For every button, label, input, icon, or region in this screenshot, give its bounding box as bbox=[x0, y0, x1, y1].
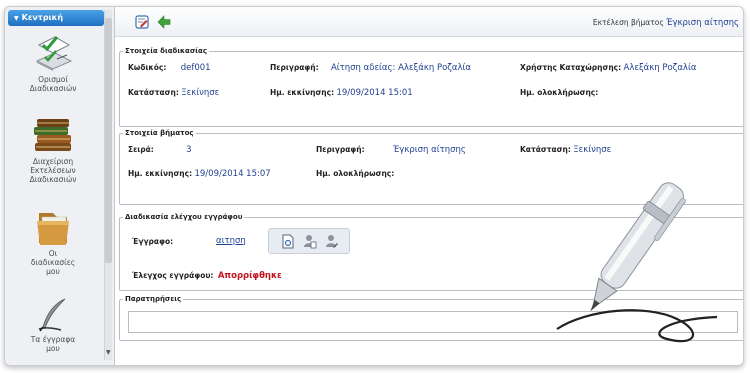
document-actions-toolbar bbox=[268, 228, 350, 254]
description-label: Περιγραφή: bbox=[316, 145, 365, 154]
document-check-label: Έλεγχος εγγράφου: bbox=[132, 271, 214, 280]
sidebar-item-label: Οι διαδικασίες μου bbox=[30, 249, 76, 276]
step-description: Έγκριση αίτησης bbox=[392, 145, 466, 155]
step-status: Ξεκίνησε bbox=[573, 145, 612, 155]
sidebar-item-my-documents[interactable]: Τα έγγραφα μου bbox=[5, 297, 101, 353]
section-legend: Παρατηρήσεις bbox=[125, 295, 182, 303]
sidebar-item-execution-management[interactable]: Διαχείριση Εκτελέσεων Διαδικασιών bbox=[5, 115, 101, 184]
checklist-icon bbox=[35, 36, 73, 71]
registered-by-label: Χρήστης Καταχώρησης: bbox=[520, 63, 622, 72]
app-window: ▼ Κεντρική Ορισμοί Διαδικασιών Διαχείρισ… bbox=[4, 6, 744, 366]
document-check-result: Απορρίφθηκε bbox=[217, 271, 282, 281]
sidebar-item-process-definitions[interactable]: Ορισμοί Διαδικασιών bbox=[5, 33, 101, 93]
exec-step-name: Έγκριση αίτησης bbox=[666, 18, 739, 28]
section-legend: Στοιχεία βήματος bbox=[125, 129, 194, 137]
sidebar-item-label: Διαχείριση Εκτελέσεων Διαδικασιών bbox=[29, 157, 77, 184]
sidebar-item-label: Ορισμοί Διαδικασιών bbox=[29, 75, 77, 93]
step-order: 3 bbox=[186, 145, 192, 155]
start-date-label: Ημ. εκκίνησης: bbox=[128, 169, 193, 178]
scrollbar-thumb[interactable] bbox=[105, 18, 112, 263]
toolbar: Εκτέλεση βήματος Έγκριση αίτησης bbox=[115, 7, 743, 37]
sidebar: ▼ Κεντρική Ορισμοί Διαδικασιών Διαχείρισ… bbox=[5, 7, 115, 365]
description-label: Περιγραφή: bbox=[270, 63, 319, 72]
collapse-triangle-icon: ▼ bbox=[14, 15, 19, 22]
user-document-icon[interactable] bbox=[303, 234, 317, 249]
exec-label: Εκτέλεση βήματος bbox=[592, 18, 664, 27]
process-status: Ξεκίνησε bbox=[181, 88, 220, 98]
sidebar-item-label: Τα έγγραφα μου bbox=[30, 335, 76, 353]
end-date-label: Ημ. ολοκλήρωσης: bbox=[520, 88, 599, 97]
start-date-label: Ημ. εκκίνησης: bbox=[270, 88, 335, 97]
registered-by-user: Αλεξάκη Ροζαλία bbox=[623, 63, 697, 73]
process-start-date: 19/09/2014 15:01 bbox=[336, 88, 413, 98]
process-description: Αίτηση αδείας: Αλεξάκη Ροζαλία bbox=[330, 63, 472, 73]
order-label: Σειρά: bbox=[128, 145, 154, 154]
status-label: Κατάσταση: bbox=[128, 88, 179, 97]
form-edit-icon[interactable] bbox=[135, 15, 149, 29]
document-label: Έγγραφο: bbox=[132, 237, 174, 246]
user-sign-document-icon[interactable] bbox=[325, 234, 339, 249]
section-legend: Στοιχεία διαδικασίας bbox=[125, 47, 207, 55]
back-arrow-icon[interactable] bbox=[157, 15, 171, 29]
process-details-section: Στοιχεία διαδικασίας Κωδικός: def001 Περ… bbox=[119, 47, 743, 127]
code-label: Κωδικός: bbox=[128, 63, 167, 72]
step-execution-title: Εκτέλεση βήματος Έγκριση αίτησης bbox=[593, 18, 739, 28]
document-link[interactable]: αιτηση bbox=[216, 236, 246, 246]
folder-icon bbox=[37, 213, 69, 245]
section-legend: Διαδικασία ελέγχου εγγράφου bbox=[125, 213, 243, 221]
status-label: Κατάσταση: bbox=[520, 145, 571, 154]
step-start-date: 19/09/2014 15:07 bbox=[194, 169, 271, 179]
pen-illustration bbox=[556, 182, 718, 343]
books-icon bbox=[34, 119, 71, 151]
main-panel: Εκτέλεση βήματος Έγκριση αίτησης Στοιχεί… bbox=[115, 7, 743, 365]
sidebar-header-label: Κεντρική bbox=[21, 13, 64, 22]
scroll-down-icon[interactable]: ▼ bbox=[106, 349, 111, 356]
view-document-icon[interactable] bbox=[281, 234, 295, 249]
quill-icon bbox=[38, 298, 66, 332]
process-code: def001 bbox=[180, 63, 211, 73]
sidebar-scrollbar[interactable]: ▼ bbox=[104, 10, 112, 360]
end-date-label: Ημ. ολοκλήρωσης: bbox=[316, 169, 395, 178]
sidebar-header-home[interactable]: ▼ Κεντρική bbox=[8, 10, 104, 26]
sidebar-item-my-processes[interactable]: Οι διαδικασίες μου bbox=[5, 207, 101, 276]
